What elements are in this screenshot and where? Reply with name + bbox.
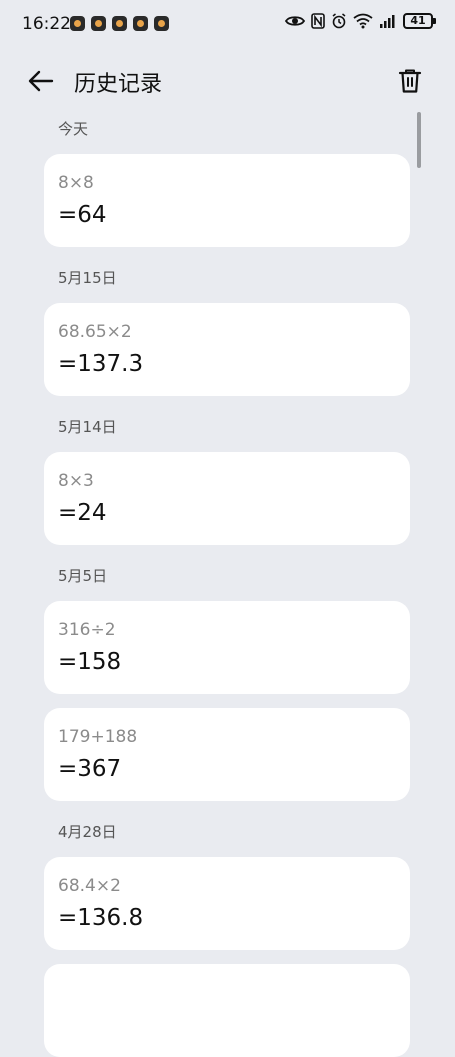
history-item[interactable] [44, 964, 410, 1057]
history-result: =158 [58, 649, 122, 675]
history-list: 今天 8×8 =64 5月15日 68.65×2 =137.3 5月14日 8×… [44, 112, 410, 1057]
history-item[interactable]: 316÷2 =158 [44, 601, 410, 694]
eye-icon [285, 16, 305, 26]
history-result: =136.8 [58, 905, 144, 931]
history-item[interactable]: 8×8 =64 [44, 154, 410, 247]
app-notification-icon [133, 16, 148, 31]
history-result: =367 [58, 756, 122, 782]
signal-icon [380, 15, 395, 28]
app-notification-icon [154, 16, 169, 31]
history-expression: 68.4×2 [58, 876, 121, 896]
app-notification-icon [112, 16, 127, 31]
trash-icon [398, 69, 422, 93]
date-header: 5月5日 [58, 567, 108, 585]
history-item[interactable]: 8×3 =24 [44, 452, 410, 545]
clear-history-button[interactable] [393, 64, 427, 98]
status-time: 16:22 [22, 14, 71, 34]
status-bar: 16:22 41 [0, 0, 455, 48]
page-title: 历史记录 [74, 72, 163, 97]
system-status-icons: 41 [285, 13, 436, 29]
date-header: 5月15日 [58, 269, 117, 287]
nfc-icon [311, 13, 325, 29]
history-expression: 316÷2 [58, 620, 116, 640]
date-header: 今天 [58, 120, 89, 138]
battery-indicator: 41 [403, 13, 436, 29]
history-item[interactable]: 68.4×2 =136.8 [44, 857, 410, 950]
app-header: 历史记录 [0, 56, 455, 106]
history-expression [58, 981, 396, 1005]
history-expression: 179+188 [58, 727, 138, 747]
history-result: =137.3 [58, 351, 144, 377]
wifi-icon [353, 13, 373, 29]
history-expression: 68.65×2 [58, 322, 132, 342]
app-notification-icon [91, 16, 106, 31]
history-item[interactable]: 179+188 =367 [44, 708, 410, 801]
history-result [58, 1009, 396, 1041]
alarm-icon [332, 13, 346, 29]
date-header: 4月28日 [58, 823, 117, 841]
app-notification-icon [70, 16, 85, 31]
arrow-left-icon [28, 70, 54, 92]
history-result: =64 [58, 202, 107, 228]
history-expression: 8×8 [58, 173, 94, 193]
history-result: =24 [58, 500, 107, 526]
notification-icons [70, 16, 169, 31]
scrollbar[interactable] [417, 112, 421, 168]
history-item[interactable]: 68.65×2 =137.3 [44, 303, 410, 396]
back-button[interactable] [24, 64, 58, 98]
history-expression: 8×3 [58, 471, 94, 491]
date-header: 5月14日 [58, 418, 117, 436]
